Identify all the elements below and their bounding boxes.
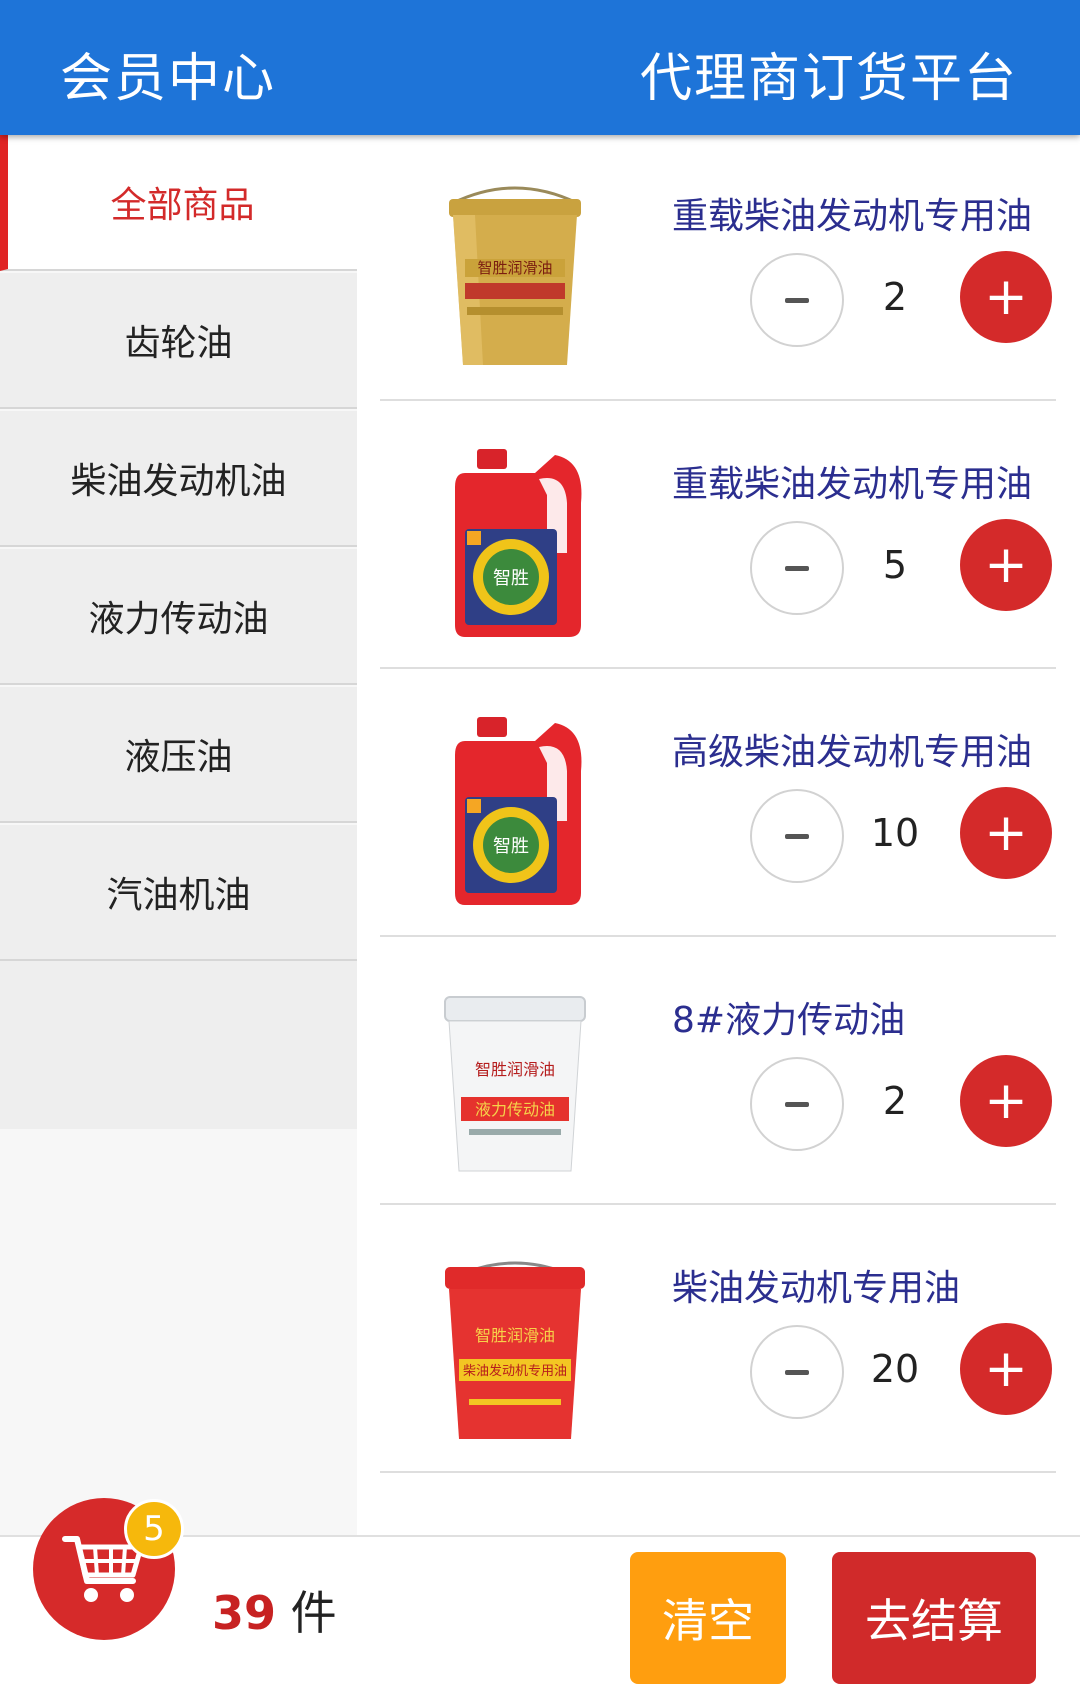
quantity-value: 20	[870, 1347, 920, 1391]
category-item-diesel-engine-oil[interactable]: 柴油发动机油	[0, 411, 357, 547]
cart-item-count: 39 件	[212, 1577, 337, 1643]
clear-cart-button[interactable]: 清空	[630, 1552, 786, 1684]
bucket-band-text: 液力传动油	[475, 1100, 555, 1119]
minus-icon	[785, 833, 809, 839]
product-name[interactable]: 重载柴油发动机专用油	[672, 455, 1032, 507]
sidebar-empty-area	[0, 961, 357, 1129]
bucket-label-text: 智胜润滑油	[475, 1326, 555, 1345]
top-header: 会员中心 代理商订货平台	[0, 0, 1080, 135]
decrease-quantity-button[interactable]	[750, 1057, 844, 1151]
checkout-button[interactable]: 去结算	[832, 1552, 1036, 1684]
increase-quantity-button[interactable]: +	[960, 519, 1052, 611]
plus-icon: +	[984, 267, 1028, 327]
quantity-value: 2	[882, 275, 908, 319]
minus-icon	[785, 1101, 809, 1107]
minus-icon	[785, 297, 809, 303]
decrease-quantity-button[interactable]	[750, 253, 844, 347]
product-name[interactable]: 8#液力传动油	[672, 991, 905, 1043]
plus-icon: +	[984, 1071, 1028, 1131]
product-name[interactable]: 高级柴油发动机专用油	[672, 723, 1032, 775]
quantity-value: 5	[882, 543, 908, 587]
quantity-value: 2	[882, 1079, 908, 1123]
plus-icon: +	[984, 1339, 1028, 1399]
bottle-label-text: 智胜	[493, 568, 529, 589]
product-row: 智胜润滑油 液力传动油 8#液力传动油 2 +	[380, 939, 1056, 1205]
cart-unit-label: 件	[276, 1586, 337, 1640]
product-row-partial	[380, 1475, 1056, 1535]
product-row: 智胜润滑油 重载柴油发动机专用油 2 +	[380, 135, 1056, 401]
product-row: 智胜 重载柴油发动机专用油 5 +	[380, 403, 1056, 669]
product-list: 智胜润滑油 重载柴油发动机专用油 2 + 智胜 重载柴油发动机专用油 5 + 智…	[380, 135, 1056, 1535]
decrease-quantity-button[interactable]	[750, 1325, 844, 1419]
cart-count-badge: 5	[124, 1499, 184, 1559]
category-item-hydraulic-oil[interactable]: 液压油	[0, 687, 357, 823]
product-row: 智胜 高级柴油发动机专用油 10 +	[380, 671, 1056, 937]
product-row: 智胜润滑油 柴油发动机专用油 柴油发动机专用油 20 +	[380, 1207, 1056, 1473]
increase-quantity-button[interactable]: +	[960, 251, 1052, 343]
increase-quantity-button[interactable]: +	[960, 787, 1052, 879]
product-image-partial	[435, 1515, 595, 1535]
quantity-value: 10	[870, 811, 920, 855]
product-image-red-bottle: 智胜	[455, 717, 582, 905]
category-item-all[interactable]: 全部商品	[0, 135, 357, 271]
page-title: 代理商订货平台	[639, 49, 1018, 109]
increase-quantity-button[interactable]: +	[960, 1055, 1052, 1147]
cart-total-number: 39	[212, 1586, 277, 1640]
product-image-white-bucket: 智胜润滑油 液力传动油	[444, 996, 586, 1172]
decrease-quantity-button[interactable]	[750, 789, 844, 883]
decrease-quantity-button[interactable]	[750, 521, 844, 615]
minus-icon	[785, 1369, 809, 1375]
category-sidebar: 全部商品 齿轮油 柴油发动机油 液力传动油 液压油 汽油机油	[0, 135, 357, 1535]
increase-quantity-button[interactable]: +	[960, 1323, 1052, 1415]
plus-icon: +	[984, 803, 1028, 863]
minus-icon	[785, 565, 809, 571]
product-image-gold-bucket: 智胜润滑油	[449, 186, 581, 365]
product-name[interactable]: 柴油发动机专用油	[672, 1259, 960, 1311]
product-image-red-bucket: 智胜润滑油 柴油发动机专用油	[445, 1261, 585, 1439]
category-item-gasoline-engine-oil[interactable]: 汽油机油	[0, 825, 357, 961]
product-image-red-bottle: 智胜	[455, 449, 582, 637]
bucket-label-text: 智胜润滑油	[477, 259, 552, 277]
bottle-label-text: 智胜	[493, 836, 529, 857]
bucket-band-text: 柴油发动机专用油	[463, 1363, 567, 1379]
category-item-hydraulic-transmission-oil[interactable]: 液力传动油	[0, 549, 357, 685]
category-item-gear-oil[interactable]: 齿轮油	[0, 273, 357, 409]
product-name[interactable]: 重载柴油发动机专用油	[672, 187, 1032, 239]
plus-icon: +	[984, 535, 1028, 595]
bucket-label-text: 智胜润滑油	[475, 1060, 555, 1079]
member-center-link[interactable]: 会员中心	[60, 36, 276, 111]
